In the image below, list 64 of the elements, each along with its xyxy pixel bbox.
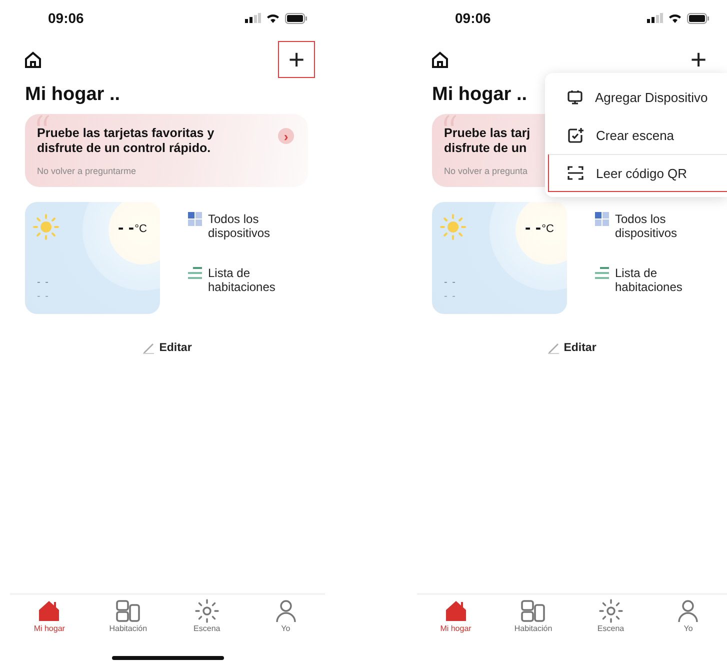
battery-icon [687,12,709,24]
status-time: 09:06 [455,10,491,26]
list-icon [595,266,609,280]
signal-icon [647,13,663,23]
tab[interactable]: Escena [168,599,246,641]
status-time: 09:06 [48,10,84,26]
banner-title: Pruebe las tarj [444,126,530,141]
home-title: Mi hogar .. [432,84,527,106]
tab[interactable]: Mi hogar [417,599,494,641]
tab[interactable]: Habitación [88,599,168,641]
grid-icon [595,212,609,226]
edit-link[interactable]: Editar [159,342,192,354]
person-icon [274,599,297,623]
sun-icon [194,599,219,623]
home-title: Mi hogar .. [25,84,120,106]
rooms-icon [520,599,546,623]
shortcut-link[interactable]: Lista de habitaciones [615,266,682,294]
person-icon [677,599,700,623]
weather-detail: - - [444,291,456,302]
shortcut-link[interactable]: Lista de habitaciones [208,266,276,294]
tab[interactable]: Yo [650,599,727,641]
sun-icon [440,214,466,240]
wifi-icon [266,13,280,23]
temperature-unit: °C [542,223,554,235]
battery-icon [285,12,307,24]
house-icon [37,599,62,623]
wifi-icon [668,13,682,23]
shortcut-link[interactable]: Todos los dispositivos [615,212,678,240]
sun-icon [598,599,623,623]
sun-icon [33,214,59,240]
add-button[interactable]: + [278,41,315,78]
tab[interactable]: Mi hogar [10,599,89,641]
temperature: - - [524,218,541,238]
signal-icon [245,13,261,23]
add-button[interactable]: + [680,41,717,78]
monitor-icon [567,89,583,105]
temperature: - - [118,218,134,238]
menu-item[interactable]: Leer código QR [548,154,727,192]
shortcut-link[interactable]: Todos los dispositivos [208,212,270,240]
tab[interactable]: Escena [572,599,650,641]
house-icon [444,599,468,623]
menu-item[interactable]: Crear escena [548,116,727,154]
quote-icon [35,115,51,126]
weather-detail: - - [37,277,50,288]
list-icon [188,266,202,280]
weather-detail: - - [37,291,50,302]
tab[interactable]: Habitación [494,599,572,641]
weather-detail: - - [444,277,456,288]
rooms-icon [115,599,142,623]
scan-icon [567,165,584,181]
tab[interactable]: Yo [246,599,325,641]
pencil-icon [548,342,559,354]
quote-icon [442,115,458,126]
menu-item[interactable]: Agregar Dispositivo [548,78,727,116]
banner-title: disfrute de un [444,141,527,156]
banner-title: disfrute de un control rápido. [37,141,211,156]
pencil-icon [143,342,154,354]
home-icon[interactable] [24,50,42,68]
check-plus-icon [567,126,584,144]
edit-link[interactable]: Editar [564,342,596,354]
grid-icon [188,212,202,226]
banner-title: Pruebe las tarjetas favoritas y [37,126,214,141]
temperature-unit: °C [134,223,147,235]
home-icon[interactable] [431,50,449,68]
